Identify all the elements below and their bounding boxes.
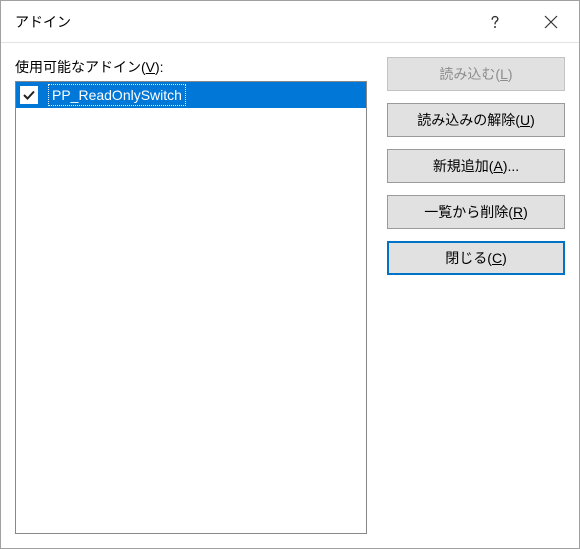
left-pane: 使用可能なアドイン(V): PP_ReadOnlySwitch (15, 57, 367, 534)
unload-button[interactable]: 読み込みの解除(U) (387, 103, 565, 137)
button-column: 読み込む(L) 読み込みの解除(U) 新規追加(A)... 一覧から削除(R) … (387, 57, 565, 534)
dialog-title: アドイン (15, 12, 467, 32)
list-item[interactable]: PP_ReadOnlySwitch (16, 82, 366, 108)
titlebar: アドイン (1, 1, 579, 43)
close-button[interactable]: 閉じる(C) (387, 241, 565, 275)
help-button[interactable] (467, 1, 523, 43)
load-button[interactable]: 読み込む(L) (387, 57, 565, 91)
available-addins-list[interactable]: PP_ReadOnlySwitch (15, 81, 367, 534)
close-icon (544, 15, 558, 29)
addin-name: PP_ReadOnlySwitch (48, 84, 186, 106)
close-window-button[interactable] (523, 1, 579, 43)
remove-button[interactable]: 一覧から削除(R) (387, 195, 565, 229)
addins-dialog: アドイン 使用可能なアドイン(V): (0, 0, 580, 549)
available-addins-label: 使用可能なアドイン(V): (15, 57, 367, 77)
dialog-body: 使用可能なアドイン(V): PP_ReadOnlySwitch 読み込む(L) (1, 43, 579, 548)
help-icon (488, 15, 502, 29)
add-button[interactable]: 新規追加(A)... (387, 149, 565, 183)
check-icon (22, 88, 36, 102)
addin-checkbox[interactable] (20, 86, 38, 104)
